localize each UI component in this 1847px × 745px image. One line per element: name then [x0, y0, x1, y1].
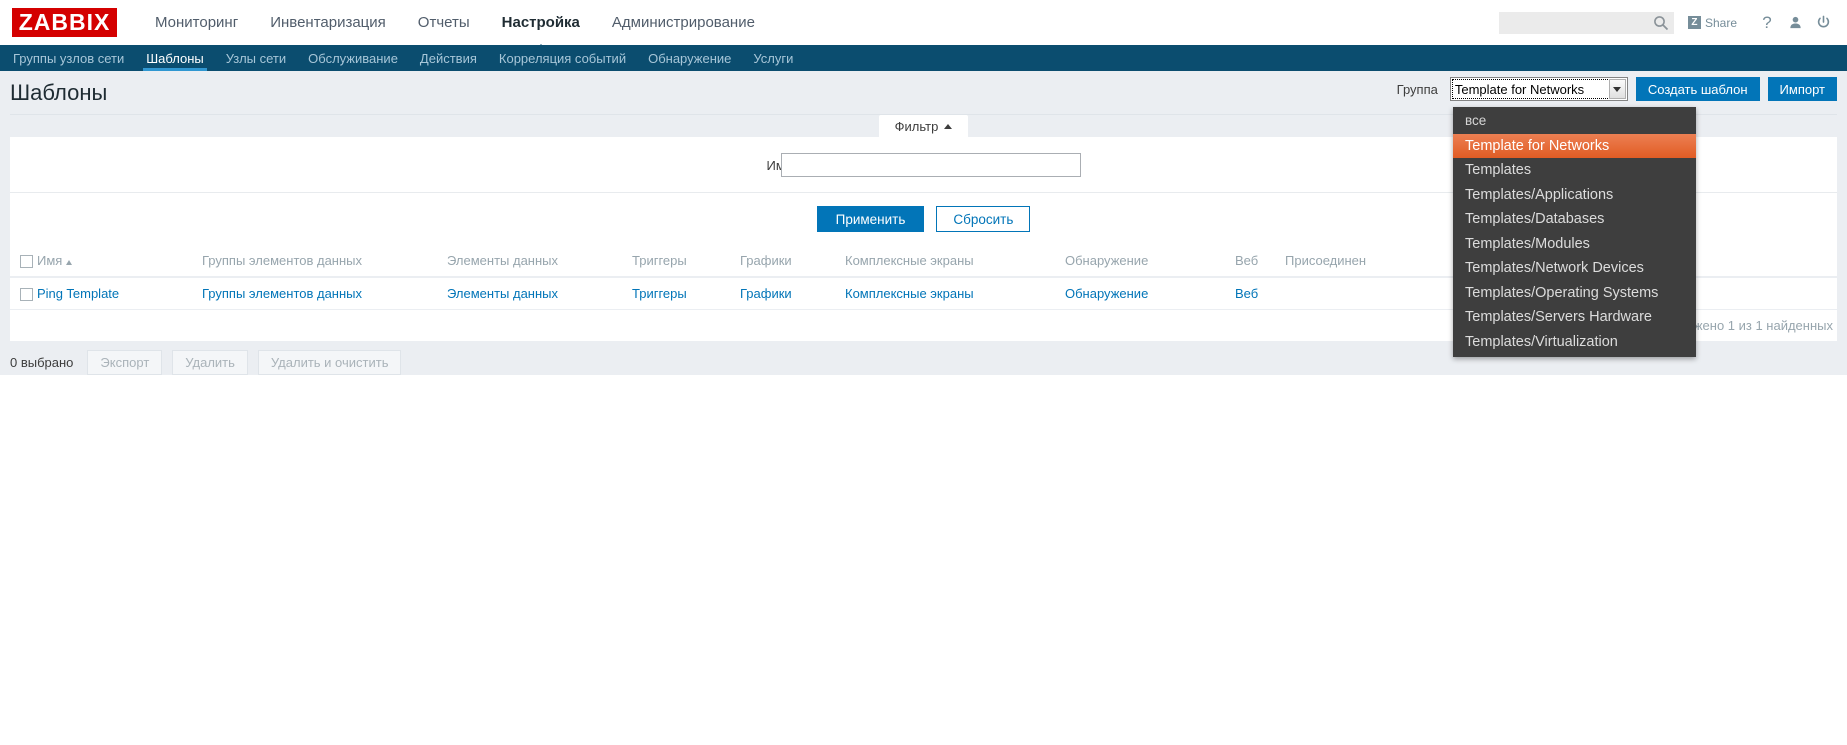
search-input[interactable] [1498, 11, 1674, 34]
cell-web: Веб [1235, 277, 1285, 311]
delete-and-clear-button[interactable]: Удалить и очистить [257, 350, 402, 376]
triggers-link[interactable]: Триггеры [632, 286, 687, 301]
nav-item-inventory[interactable]: Инвентаризация [254, 0, 402, 45]
export-button[interactable]: Экспорт [87, 350, 163, 376]
dropdown-option-templates-servers-hardware[interactable]: Templates/Servers Hardware [1453, 305, 1696, 330]
cell-name: Ping Template [37, 277, 202, 311]
subnav-item-maintenance[interactable]: Обслуживание [297, 45, 409, 71]
group-select-container: Template for Networks [1449, 77, 1628, 101]
cell-items: Элементы данных [447, 277, 632, 311]
subnav-item-services[interactable]: Услуги [742, 45, 804, 71]
share-label: Share [1704, 15, 1737, 30]
zabbix-logo[interactable]: ZABBIX [12, 8, 117, 37]
column-header-screens[interactable]: Комплексные экраны [845, 245, 1065, 279]
selected-count-label: 0 выбрано [10, 355, 74, 371]
page-title: Шаблоны [10, 79, 108, 105]
chevron-down-icon[interactable] [1608, 79, 1626, 99]
filter-tab[interactable]: Фильтр [878, 115, 969, 137]
select-all-header [10, 245, 37, 279]
group-select[interactable]: Template for Networks [1449, 77, 1628, 101]
column-header-web[interactable]: Веб [1235, 245, 1285, 279]
filter-tab-label: Фильтр [894, 119, 939, 134]
search-container [1498, 11, 1674, 34]
share-button[interactable]: Z Share [1687, 15, 1737, 30]
subnav-item-event-correlation[interactable]: Корреляция событий [488, 45, 637, 71]
graphs-link[interactable]: Графики [740, 286, 792, 301]
main-navigation: Мониторинг Инвентаризация Отчеты Настрой… [139, 0, 771, 53]
nav-item-monitoring[interactable]: Мониторинг [139, 0, 254, 45]
user-icon[interactable] [1781, 10, 1809, 36]
page-header-controls: Группа Template for Networks Создать шаб… [1397, 77, 1837, 101]
header-actions: Z Share ? [1498, 0, 1837, 45]
power-icon[interactable] [1809, 10, 1837, 36]
sub-navigation: Группы узлов сети Шаблоны Узлы сети Обсл… [0, 45, 1847, 71]
subnav-item-templates[interactable]: Шаблоны [135, 45, 215, 71]
sort-asc-icon [66, 260, 73, 266]
nav-item-administration[interactable]: Администрирование [596, 0, 771, 45]
filter-name-input[interactable] [780, 153, 1081, 177]
cell-item-groups: Группы элементов данных [202, 277, 447, 311]
cell-graphs: Графики [740, 277, 845, 311]
template-name-link[interactable]: Ping Template [37, 286, 119, 301]
column-header-item-groups[interactable]: Группы элементов данных [202, 245, 447, 279]
column-header-graphs[interactable]: Графики [740, 245, 845, 279]
share-icon: Z [1687, 16, 1701, 29]
subnav-item-hosts[interactable]: Узлы сети [215, 45, 297, 71]
column-header-discovery[interactable]: Обнаружение [1065, 245, 1235, 279]
dropdown-option-templates-network-devices[interactable]: Templates/Network Devices [1453, 256, 1696, 281]
create-template-button[interactable]: Создать шаблон [1635, 77, 1760, 101]
items-link[interactable]: Элементы данных [447, 286, 558, 301]
item-groups-link[interactable]: Группы элементов данных [202, 286, 362, 301]
screens-link[interactable]: Комплексные экраны [845, 286, 974, 301]
subnav-item-host-groups[interactable]: Группы узлов сети [2, 45, 135, 71]
dropdown-option-template-for-networks[interactable]: Template for Networks [1453, 133, 1696, 158]
subnav-item-actions[interactable]: Действия [409, 45, 488, 71]
search-icon[interactable] [1653, 15, 1669, 31]
top-header: ZABBIX Мониторинг Инвентаризация Отчеты … [0, 0, 1847, 53]
reset-button[interactable]: Сбросить [936, 206, 1031, 232]
web-link[interactable]: Веб [1235, 286, 1258, 301]
group-filter-label: Группа [1396, 81, 1438, 97]
filter-name-label: Имя [766, 157, 792, 173]
subnav-item-discovery[interactable]: Обнаружение [637, 45, 742, 71]
delete-button[interactable]: Удалить [172, 350, 248, 376]
nav-item-reports[interactable]: Отчеты [402, 0, 486, 45]
dropdown-option-templates-operating-systems[interactable]: Templates/Operating Systems [1453, 281, 1696, 306]
cell-discovery: Обнаружение [1065, 277, 1235, 311]
help-icon[interactable]: ? [1753, 10, 1781, 36]
column-header-triggers[interactable]: Триггеры [632, 245, 740, 279]
dropdown-option-templates-databases[interactable]: Templates/Databases [1453, 207, 1696, 232]
dropdown-option-templates[interactable]: Templates [1453, 158, 1696, 183]
cell-triggers: Триггеры [632, 277, 740, 311]
select-all-checkbox[interactable] [20, 255, 33, 269]
dropdown-option-templates-virtualization[interactable]: Templates/Virtualization [1453, 330, 1696, 355]
cell-screens: Комплексные экраны [845, 277, 1065, 311]
chevron-up-icon [944, 124, 953, 129]
group-dropdown-list: все Template for Networks Templates Temp… [1453, 107, 1696, 357]
row-checkbox[interactable] [20, 288, 33, 302]
spacer-cell [10, 309, 1500, 343]
dropdown-option-templates-applications[interactable]: Templates/Applications [1453, 183, 1696, 208]
column-header-name[interactable]: Имя [37, 245, 202, 279]
discovery-link[interactable]: Обнаружение [1065, 286, 1148, 301]
dropdown-option-templates-modules[interactable]: Templates/Modules [1453, 232, 1696, 257]
dropdown-option-all[interactable]: все [1453, 109, 1696, 134]
column-header-items[interactable]: Элементы данных [447, 245, 632, 279]
nav-item-configuration[interactable]: Настройка [486, 0, 596, 53]
import-button[interactable]: Импорт [1767, 77, 1837, 101]
row-select-cell [10, 277, 37, 311]
column-label-name: Имя [37, 253, 63, 269]
apply-button[interactable]: Применить [816, 206, 925, 232]
